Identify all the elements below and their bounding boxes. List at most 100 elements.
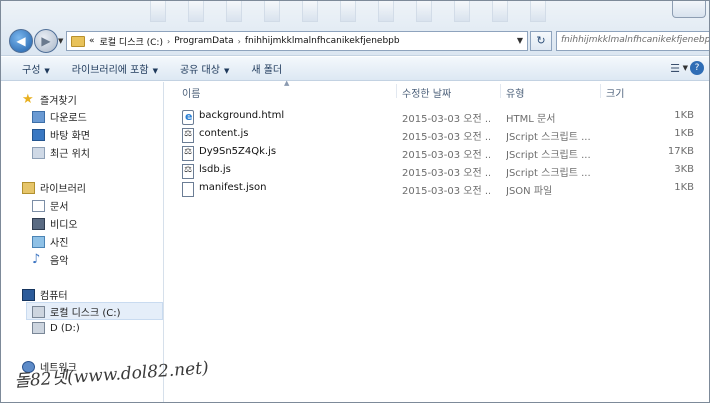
file-type: HTML 문서 (506, 114, 556, 125)
nav-documents-label: 문서 (50, 202, 69, 213)
nav-recent-places[interactable]: 최근 위치 (32, 145, 90, 160)
nav-music-label: 음악 (50, 256, 69, 267)
change-view-icon[interactable]: ☰ (670, 62, 680, 75)
nav-recent-label: 최근 위치 (50, 149, 90, 160)
nav-disk-d[interactable]: D (D:) (32, 322, 80, 334)
file-type: JScript 스크립트 ... (506, 168, 591, 179)
share-with-label: 공유 대상 (179, 65, 220, 76)
breadcrumb-current-folder[interactable]: fnihhijmkklmalnfhcanikekfjenebpb (244, 36, 400, 46)
forward-button[interactable]: ▶ (34, 29, 58, 53)
pictures-icon (32, 235, 45, 248)
file-row[interactable]: Dy9Sn5Z4Qk.js 2015-03-03 오전 ... JScript … (180, 144, 700, 162)
file-name: content.js (199, 128, 249, 139)
nav-computer-label: 컴퓨터 (40, 291, 68, 302)
videos-icon (32, 217, 45, 230)
file-name: lsdb.js (199, 164, 231, 175)
nav-documents[interactable]: 문서 (32, 198, 68, 213)
search-input[interactable]: fnihhijmkklmalnfhcanikekfjenebpb (556, 31, 710, 51)
nav-desktop-label: 바탕 화면 (50, 131, 90, 142)
file-modified: 2015-03-03 오전 ... (402, 186, 490, 197)
nav-pictures[interactable]: 사진 (32, 234, 68, 249)
share-with-button[interactable]: 공유 대상 ▼ (180, 61, 229, 76)
file-size: 1KB (674, 128, 694, 139)
include-in-library-label: 라이브러리에 포함 (71, 65, 149, 76)
breadcrumb-programdata[interactable]: ProgramData (174, 36, 233, 46)
jscript-file-icon (182, 146, 194, 161)
file-size: 17KB (667, 146, 694, 157)
help-icon[interactable]: ? (690, 61, 704, 75)
nav-libraries[interactable]: 라이브러리 (22, 180, 86, 195)
file-type: JSON 파일 (506, 186, 553, 197)
column-divider[interactable] (600, 84, 601, 98)
file-name: manifest.json (199, 182, 267, 193)
file-row[interactable]: background.html 2015-03-03 오전 ... HTML 문… (180, 108, 700, 126)
nav-videos[interactable]: 비디오 (32, 216, 78, 231)
jscript-file-icon (182, 164, 194, 179)
file-modified: 2015-03-03 오전 ... (402, 132, 490, 143)
html-file-icon (182, 110, 194, 125)
view-dropdown-icon[interactable]: ▼ (683, 64, 688, 72)
forward-arrow-icon: ▶ (41, 34, 51, 48)
file-row[interactable]: lsdb.js 2015-03-03 오전 ... JScript 스크립트 .… (180, 162, 700, 180)
file-modified: 2015-03-03 오전 ... (402, 150, 490, 161)
recent-places-icon (32, 146, 45, 159)
column-divider[interactable] (396, 84, 397, 98)
file-type: JScript 스크립트 ... (506, 132, 591, 143)
file-size: 1KB (674, 182, 694, 193)
nav-disk-d-label: D (D:) (50, 322, 80, 334)
window-controls[interactable] (672, 0, 706, 18)
hard-drive-icon (32, 305, 45, 318)
organize-button[interactable]: 구성 ▼ (22, 61, 50, 76)
music-icon: ♪ (32, 251, 41, 267)
nav-pictures-label: 사진 (50, 238, 69, 249)
breadcrumb-separator[interactable]: › (167, 37, 170, 46)
nav-favorites[interactable]: ★ 즐겨찾기 (22, 91, 77, 108)
nav-local-disk-c[interactable]: 로컬 디스크 (C:) (32, 304, 121, 319)
column-header-modified[interactable]: 수정한 날짜 (402, 85, 451, 100)
chevron-down-icon: ▼ (44, 67, 50, 75)
back-button[interactable]: ◀ (9, 29, 33, 53)
recent-pages-dropdown-icon[interactable]: ▼ (58, 37, 63, 45)
desktop-icon (32, 128, 45, 141)
hard-drive-icon (32, 322, 45, 334)
json-file-icon (182, 182, 194, 197)
organize-label: 구성 (22, 65, 41, 76)
file-list: ▲ 이름 수정한 날짜 유형 크기 background.html 2015-0… (166, 79, 710, 403)
nav-downloads[interactable]: 다운로드 (32, 109, 87, 124)
column-divider[interactable] (500, 84, 501, 98)
include-in-library-button[interactable]: 라이브러리에 포함 ▼ (72, 61, 158, 76)
documents-icon (32, 199, 45, 212)
breadcrumb-overflow[interactable]: « (89, 36, 95, 46)
library-icon (22, 181, 35, 194)
chevron-down-icon: ▼ (223, 67, 230, 75)
column-header-name[interactable]: 이름 (182, 85, 200, 100)
column-header-type[interactable]: 유형 (506, 85, 524, 100)
file-row[interactable]: manifest.json 2015-03-03 오전 ... JSON 파일 … (180, 180, 700, 198)
navigation-pane: ★ 즐겨찾기 다운로드 바탕 화면 최근 위치 라이브러리 문서 비디오 사진 ♪… (0, 82, 164, 403)
file-type: JScript 스크립트 ... (506, 150, 591, 161)
column-header-size[interactable]: 크기 (606, 85, 624, 100)
jscript-file-icon (182, 128, 194, 143)
breadcrumb-local-disk[interactable]: 로컬 디스크 (C:) (100, 35, 163, 48)
refresh-button[interactable]: ↻ (530, 31, 552, 51)
star-icon: ★ (22, 91, 34, 107)
address-dropdown-icon[interactable]: ▼ (517, 36, 523, 45)
nav-desktop[interactable]: 바탕 화면 (32, 127, 90, 142)
nav-music[interactable]: ♪ 음악 (32, 251, 69, 268)
nav-videos-label: 비디오 (50, 220, 78, 231)
background-thumbnails (150, 0, 570, 28)
file-size: 3KB (674, 164, 694, 175)
address-bar[interactable]: « 로컬 디스크 (C:) › ProgramData › fnihhijmkk… (66, 31, 528, 51)
refresh-icon: ↻ (536, 34, 546, 47)
command-bar: 구성 ▼ 라이브러리에 포함 ▼ 공유 대상 ▼ 새 폴더 ☰ ▼ ? (0, 57, 710, 81)
breadcrumb-separator[interactable]: › (238, 37, 241, 46)
nav-favorites-label: 즐겨찾기 (40, 96, 77, 107)
computer-icon (22, 288, 35, 301)
new-folder-button[interactable]: 새 폴더 (251, 61, 282, 76)
file-size: 1KB (674, 110, 694, 121)
downloads-icon (32, 110, 45, 123)
file-row[interactable]: content.js 2015-03-03 오전 ... JScript 스크립… (180, 126, 700, 144)
nav-libraries-label: 라이브러리 (40, 184, 86, 195)
nav-computer[interactable]: 컴퓨터 (22, 287, 68, 302)
title-bar: ◀ ▶ ▼ « 로컬 디스크 (C:) › ProgramData › fnih… (0, 0, 710, 56)
